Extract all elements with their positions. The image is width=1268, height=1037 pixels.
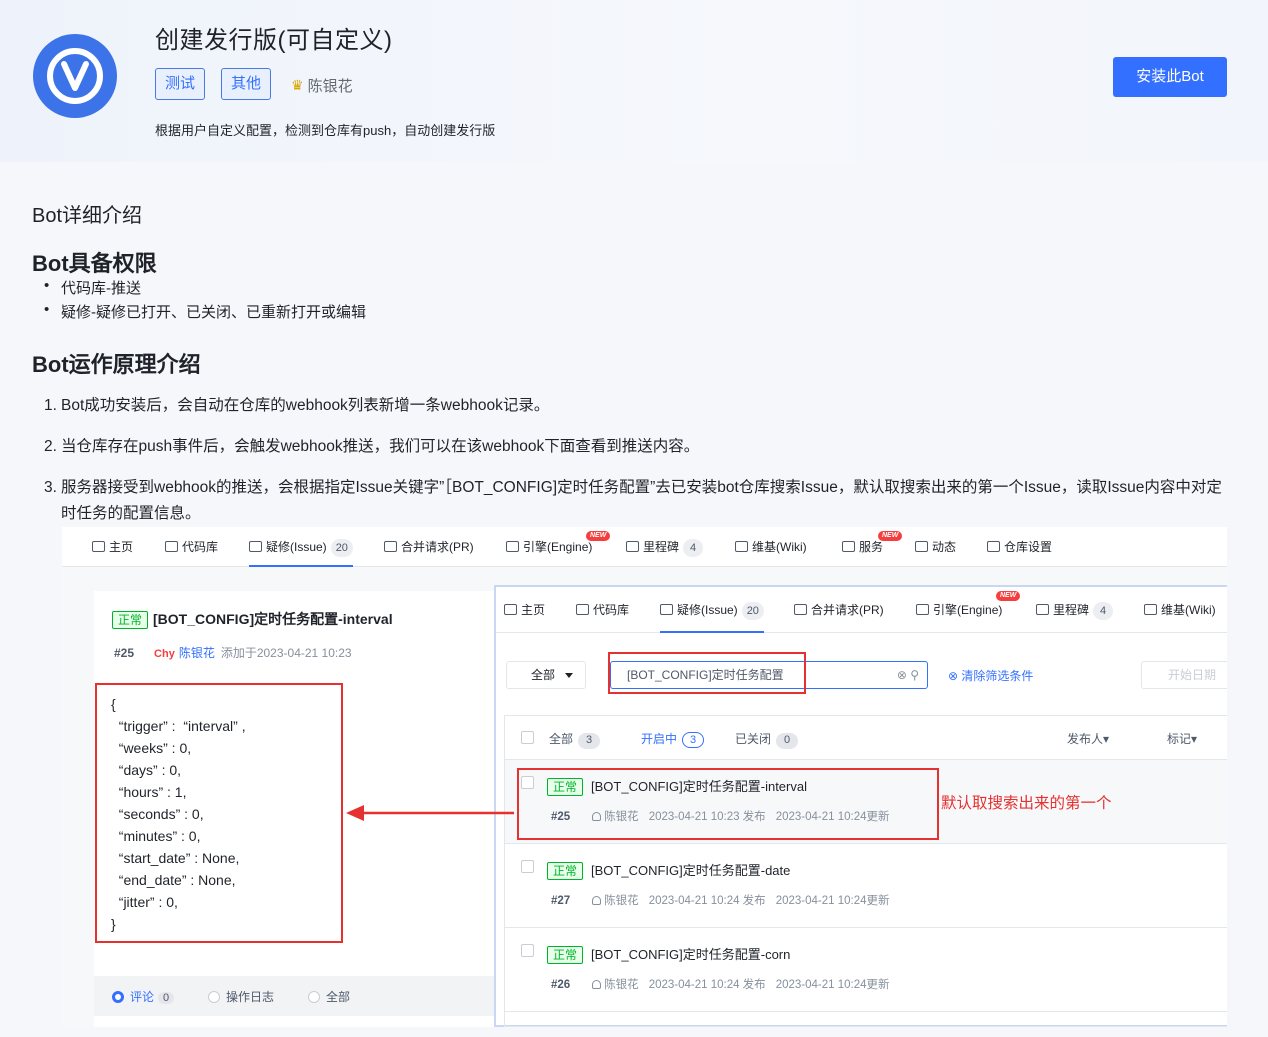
step-item: 1. Bot成功安装后，会自动在仓库的webhook列表新增一条webhook记录…: [44, 397, 550, 414]
example-screenshot: 主页 代码库 疑修(Issue) 20 合并请求(PR) 引擎(Engine) N…: [62, 527, 1227, 1027]
section-title: Bot详细介绍: [32, 205, 143, 227]
bot-title: 创建发行版(可自定义): [155, 27, 393, 54]
tag-test[interactable]: 测试: [155, 68, 206, 100]
step-item: 2. 当仓库存在push事件后，会触发webhook推送，我们可以在该webhoo…: [44, 438, 700, 455]
bot-description: 根据用户自定义配置，检测到仓库有push，自动创建发行版: [155, 123, 496, 138]
permissions-heading: Bot具备权限: [32, 251, 157, 276]
bot-author[interactable]: ♛ 陈银花: [291, 75, 353, 96]
logo-v-icon: [47, 48, 103, 104]
medal-icon: ♛: [291, 77, 304, 93]
step-item: 3. 服务器接受到webhook的推送，会根据指定Issue关键字”［BOT_CO…: [44, 479, 1222, 522]
principle-heading: Bot运作原理介绍: [32, 352, 201, 377]
permission-item: 疑修-疑修已打开、已关闭、已重新打开或编辑: [44, 301, 366, 322]
author-name: 陈银花: [307, 78, 353, 95]
annotation-callout: 默认取搜索出来的第一个: [941, 795, 1112, 812]
pointer-arrow-icon: [346, 805, 514, 821]
bot-logo: [33, 34, 117, 118]
permission-item: 代码库-推送: [44, 277, 141, 298]
tag-other[interactable]: 其他: [221, 68, 272, 100]
bot-header: 创建发行版(可自定义) 测试 其他 ♛ 陈银花 根据用户自定义配置，检测到仓库有…: [0, 0, 1268, 162]
install-bot-button[interactable]: 安装此Bot: [1113, 57, 1227, 97]
